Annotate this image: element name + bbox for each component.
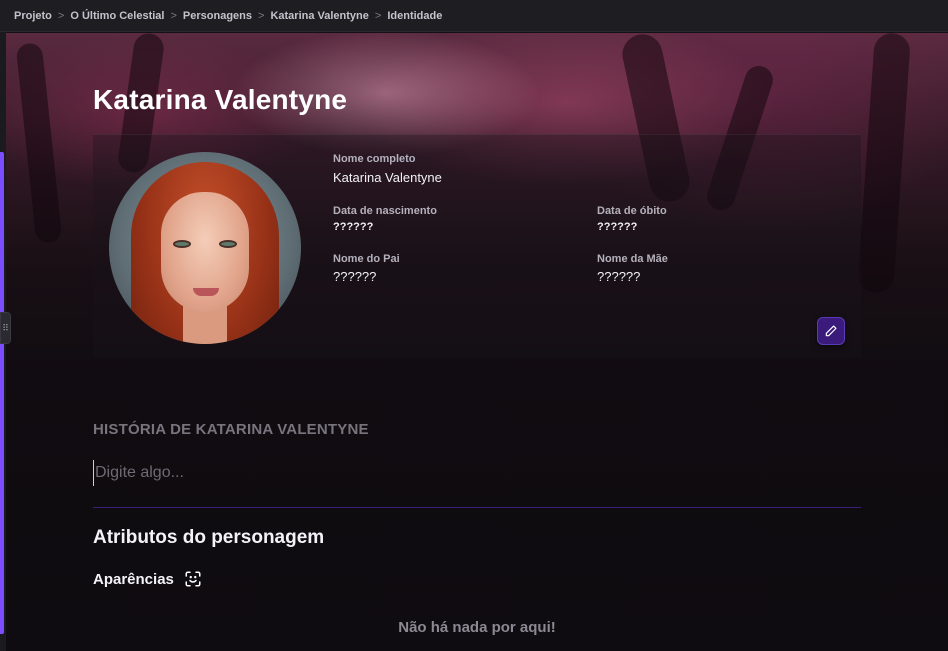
attributes-title: Atributos do personagem bbox=[93, 527, 325, 548]
father-name-label: Nome do Pai bbox=[333, 253, 400, 265]
birth-date-label: Data de nascimento bbox=[333, 205, 437, 217]
character-info-card: Nome completo Katarina Valentyne Data de… bbox=[93, 134, 861, 358]
story-heading: HISTÓRIA DE KATARINA VALENTYNE bbox=[93, 421, 369, 438]
breadcrumb-separator: > bbox=[57, 9, 65, 22]
drag-handle-icon[interactable]: ⠿ bbox=[0, 312, 11, 344]
empty-state-text: Não há nada por aqui! bbox=[398, 619, 556, 636]
character-portrait[interactable] bbox=[109, 152, 301, 344]
birth-date-value: ?????? bbox=[333, 221, 374, 233]
breadcrumb-item-project-name[interactable]: O Último Celestial bbox=[70, 10, 164, 22]
portrait-eye bbox=[173, 240, 191, 248]
face-scan-icon[interactable] bbox=[184, 570, 202, 588]
father-name-value: ?????? bbox=[333, 269, 377, 284]
portrait-mouth bbox=[193, 288, 219, 296]
page-title: Katarina Valentyne bbox=[93, 84, 348, 115]
death-date-value: ?????? bbox=[597, 221, 638, 233]
death-date-label: Data de óbito bbox=[597, 205, 667, 217]
edit-button[interactable] bbox=[817, 317, 845, 345]
pencil-icon bbox=[825, 325, 837, 337]
portrait-eye bbox=[219, 240, 237, 248]
full-name-value: Katarina Valentyne bbox=[333, 170, 442, 185]
breadcrumb-item-personagens[interactable]: Personagens bbox=[183, 10, 252, 22]
breadcrumb-separator: > bbox=[258, 9, 265, 22]
breadcrumb: Projeto > O Último Celestial > Personage… bbox=[0, 0, 948, 32]
breadcrumb-item-identidade[interactable]: Identidade bbox=[387, 10, 442, 22]
breadcrumb-item-projeto[interactable]: Projeto bbox=[14, 10, 52, 22]
story-input[interactable] bbox=[93, 460, 861, 486]
section-divider bbox=[93, 507, 861, 508]
appearance-label: Aparências bbox=[93, 570, 174, 588]
breadcrumb-separator: > bbox=[374, 9, 382, 22]
full-name-label: Nome completo bbox=[333, 153, 416, 165]
sidebar-accent-bar bbox=[0, 152, 4, 634]
mother-name-label: Nome da Mãe bbox=[597, 253, 668, 265]
mother-name-value: ?????? bbox=[597, 269, 641, 284]
appearance-section: Aparências bbox=[93, 570, 202, 588]
breadcrumb-item-character[interactable]: Katarina Valentyne bbox=[270, 10, 368, 22]
breadcrumb-separator: > bbox=[170, 9, 177, 22]
